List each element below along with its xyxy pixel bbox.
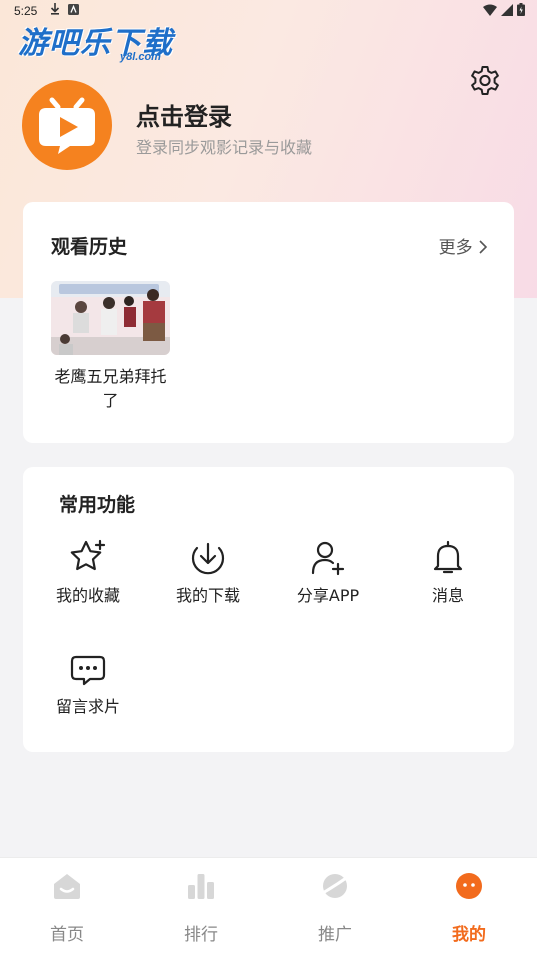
download-icon [191, 542, 225, 575]
settings-button[interactable] [468, 64, 502, 98]
messages-button[interactable]: 消息 [393, 538, 503, 606]
downloads-label: 我的下载 [175, 586, 240, 605]
bell-icon [433, 540, 463, 574]
chevron-right-icon [479, 240, 488, 254]
add-user-icon [311, 541, 345, 576]
share-app-button[interactable]: 分享APP [273, 538, 383, 606]
request-movie-label: 留言求片 [55, 697, 120, 716]
app-notification-icon [68, 3, 79, 15]
planet-icon [319, 874, 351, 898]
login-subtitle: 登录同步观影记录与收藏 [136, 138, 313, 157]
history-more-label: 更多 [438, 238, 473, 258]
bottom-tab-bar: 首页 排行 推广 我的 [0, 857, 537, 954]
tab-promote-label: 推广 [318, 925, 352, 945]
downloads-button[interactable]: 我的下载 [153, 538, 263, 606]
message-icon [70, 655, 106, 686]
favorites-label: 我的收藏 [55, 586, 120, 605]
request-movie-button[interactable]: 留言求片 [33, 649, 143, 717]
wifi-icon [483, 4, 497, 16]
tab-ranking[interactable]: 排行 [151, 870, 251, 945]
login-title[interactable]: 点击登录 [136, 97, 232, 132]
avatar[interactable] [22, 80, 112, 170]
tab-mine[interactable]: 我的 [419, 870, 519, 945]
status-time: 5:25 [14, 4, 38, 18]
watermark-subtitle: y8l.com [120, 51, 161, 63]
watch-history-card: 观看历史 更多 老鹰五兄弟拜托了 [23, 202, 514, 443]
home-icon [54, 874, 80, 899]
watermark-logo: 游吧乐下载 y8l.com [18, 18, 173, 63]
history-thumbnail[interactable] [51, 281, 170, 355]
face-icon [456, 873, 482, 899]
history-title: 观看历史 [51, 236, 128, 258]
tab-home[interactable]: 首页 [17, 870, 117, 945]
share-app-label: 分享APP [296, 586, 360, 605]
favorites-button[interactable]: 我的收藏 [33, 538, 143, 606]
status-system-icons [483, 3, 525, 16]
tab-mine-label: 我的 [452, 925, 486, 945]
functions-title: 常用功能 [59, 494, 136, 516]
common-functions-card: 常用功能 我的收藏 我的下载 分享APP 消息 留言求片 [23, 467, 514, 752]
download-notification-icon [50, 3, 60, 15]
tab-ranking-label: 排行 [184, 925, 218, 945]
messages-label: 消息 [431, 586, 464, 605]
tab-promote[interactable]: 推广 [285, 870, 385, 945]
tv-play-logo-icon [39, 97, 95, 154]
tab-home-label: 首页 [50, 925, 84, 945]
gear-icon [471, 66, 499, 95]
signal-icon [501, 3, 513, 16]
status-notification-icons [50, 3, 79, 15]
history-more-link[interactable]: 更多 [439, 233, 488, 258]
show-poster-image [51, 281, 170, 355]
star-icon [70, 539, 106, 571]
history-item-title[interactable]: 老鹰五兄弟拜托了 [51, 365, 170, 413]
battery-icon [517, 3, 525, 16]
chart-icon [188, 874, 214, 899]
